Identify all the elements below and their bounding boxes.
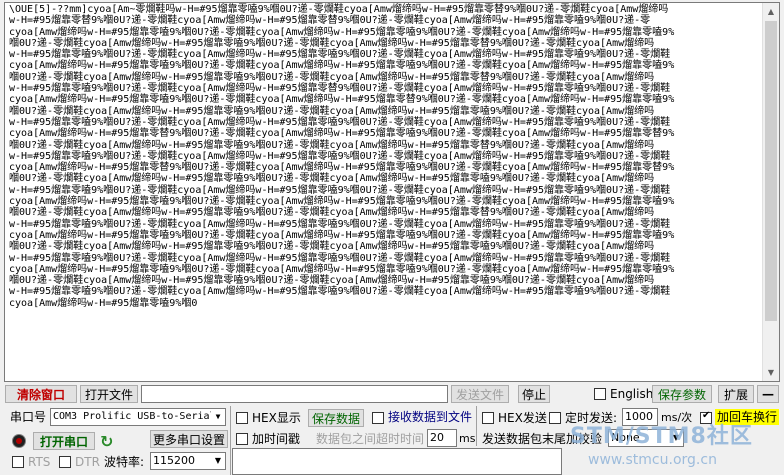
save-data-button[interactable]: 保存数据 [308, 409, 364, 427]
timestamp-label: 加时间戳 [252, 432, 301, 446]
rts-checkbox[interactable] [12, 456, 24, 468]
terminal-output: \OUE[5]-??mm]cyoa[Am~零爛鞋吗w-H=#95熘靠零嗑9%嗰0… [9, 4, 753, 309]
hex-send-label: HEX发送 [498, 411, 547, 425]
section-divider [476, 406, 477, 446]
terminal-line: 嗰0U?递-零爛鞋cyoa[Amw熘缔吗w-H=#95熘靠零嗑9%嗰0U?递-零… [9, 207, 655, 219]
open-file-button[interactable]: 打开文件 [80, 385, 138, 403]
send-file-button[interactable]: 发送文件 [451, 385, 509, 403]
terminal-line: w-H=#95熘靠零替9%嗰0U?递-零爛鞋cyoa[Amw熘缔吗w-H=#95… [9, 15, 651, 27]
dtr-checkbox[interactable] [59, 456, 71, 468]
chevron-down-icon: ▼ [211, 453, 225, 469]
dtr-label: DTR [75, 455, 100, 469]
section-divider [230, 406, 231, 475]
terminal-line: cyoa[Amw熘缔吗w-H=#95熘靠零嗑9%嗰0U?递-零爛鞋cyoa[Am… [9, 26, 675, 38]
packet-timeout-label: 数据包之间超时时间 [316, 432, 425, 446]
watermark-sub: www.stmcu.org.cn [588, 452, 717, 468]
refresh-icon[interactable]: ↻ [100, 432, 113, 451]
chevron-down-icon: ▼ [211, 409, 225, 425]
vertical-scrollbar[interactable]: ▲ ▼ [762, 3, 779, 381]
terminal-line: cyoa[Amw熘缔吗w-H=#95熘靠零替9%嗰0U?递-零爛鞋cyoa[Am… [9, 128, 675, 140]
terminal-line: w-H=#95熘靠零嗑9%嗰0U?递-零爛鞋cyoa[Amw熘缔吗w-H=#95… [9, 218, 671, 230]
terminal-line: 嗰0U?递-零爛鞋cyoa[Amw熘缔吗w-H=#95熘靠零嗑9%嗰0U?递-零… [9, 37, 655, 49]
terminal-line: \OUE[5]-??mm]cyoa[Am~零爛鞋吗w-H=#95熘靠零嗑9%嗰0… [9, 4, 669, 15]
timeout-input[interactable]: 20 [427, 429, 457, 447]
terminal-line: 嗰0U?递-零爛鞋cyoa[Amw熘缔吗w-H=#95熘靠零嗑9%嗰0U?递-零… [9, 139, 655, 151]
terminal-line: cyoa[Amw熘缔吗w-H=#95熘靠零嗑9%嗰0U?递-零爛鞋cyoa[Am… [9, 94, 675, 106]
stop-button[interactable]: 停止 [518, 385, 550, 403]
terminal-line: cyoa[Amw熘缔吗w-H=#95熘靠零嗑9%嗰0 [9, 297, 198, 309]
recv-to-file-checkbox[interactable] [372, 412, 384, 424]
terminal-line: 嗰0U?递-零爛鞋cyoa[Amw熘缔吗w-H=#95熘靠零嗑9%嗰0U?递-零… [9, 173, 655, 185]
open-port-button[interactable]: 打开串口 [33, 432, 95, 450]
scroll-thumb[interactable] [765, 21, 777, 321]
port-status-icon [12, 434, 26, 448]
terminal-line: cyoa[Amw熘缔吗w-H=#95熘靠零嗑9%嗰0U?递-零爛鞋cyoa[Am… [9, 263, 675, 275]
timeout-unit: ms [459, 432, 476, 445]
terminal-line: w-H=#95熘靠零嗑9%嗰0U?递-零爛鞋cyoa[Amw熘缔吗w-H=#95… [9, 184, 671, 196]
baud-select[interactable]: 115200 ▼ [150, 452, 226, 470]
recv-to-file-label[interactable]: 接收数据到文件 [388, 409, 472, 425]
terminal-line: 嗰0U?递-零爛鞋cyoa[Amw熘缔吗w-H=#95熘靠零嗑9%嗰0U?递-零… [9, 105, 655, 117]
terminal-line: 嗰0U?递-零爛鞋cyoa[Amw熘缔吗w-H=#95熘靠零嗑9%嗰0U?递-零… [9, 275, 655, 287]
more-settings-button[interactable]: 更多串口设置 [150, 430, 228, 448]
baud-value: 115200 [153, 454, 195, 467]
port-label: 串口号 [10, 410, 47, 424]
terminal-line: cyoa[Amw熘缔吗w-H=#95熘靠零替9%嗰0U?递-零爛鞋cyoa[Am… [9, 162, 675, 174]
scroll-up-icon[interactable]: ▲ [763, 3, 779, 20]
community-watermark: STM/STM8社区 www.stmcu.org.cn [560, 418, 784, 475]
hex-send-checkbox[interactable] [482, 412, 494, 424]
terminal-line: cyoa[Amw熘缔吗w-H=#95熘靠零嗑9%嗰0U?递-零爛鞋cyoa[Am… [9, 60, 675, 72]
receive-terminal[interactable]: \OUE[5]-??mm]cyoa[Am~零爛鞋吗w-H=#95熘靠零嗑9%嗰0… [4, 2, 780, 382]
baud-label: 波特率: [104, 455, 145, 469]
rts-label: RTS [28, 455, 51, 469]
english-label: English [610, 387, 654, 401]
file-path-input[interactable] [141, 385, 448, 403]
expand-button[interactable]: 扩展 [718, 385, 754, 403]
scroll-down-icon[interactable]: ▼ [763, 364, 779, 381]
terminal-line: 嗰0U?递-零爛鞋cyoa[Amw熘缔吗w-H=#95熘靠零嗑9%嗰0U?递-零… [9, 71, 655, 83]
terminal-line: cyoa[Amw熘缔吗w-H=#95熘靠零嗑9%嗰0U?递-零爛鞋cyoa[Am… [9, 229, 675, 241]
save-params-button[interactable]: 保存参数 [652, 385, 712, 403]
hex-display-checkbox[interactable] [236, 412, 248, 424]
terminal-line: w-H=#95熘靠零嗑9%嗰0U?递-零爛鞋cyoa[Amw熘缔吗w-H=#95… [9, 252, 671, 264]
collapse-button[interactable]: — [757, 385, 779, 403]
terminal-line: w-H=#95熘靠零嗑9%嗰0U?递-零爛鞋cyoa[Amw熘缔吗w-H=#95… [9, 116, 671, 128]
send-text-input[interactable] [232, 448, 562, 475]
english-checkbox[interactable] [594, 388, 606, 400]
port-value: COM3 Prolific USB-to-Serial [53, 411, 216, 422]
watermark-main: STM/STM8社区 [570, 424, 753, 449]
terminal-line: w-H=#95熘靠零嗑9%嗰0U?递-零爛鞋cyoa[Amw熘缔吗w-H=#95… [9, 83, 671, 95]
terminal-line: w-H=#95熘靠零嗑9%嗰0U?递-零爛鞋cyoa[Amw熘缔吗w-H=#95… [9, 286, 671, 298]
terminal-line: 嗰0U?递-零爛鞋cyoa[Amw熘缔吗w-H=#95熘靠零嗑9%嗰0U?递-零… [9, 241, 655, 253]
terminal-line: cyoa[Amw熘缔吗w-H=#95熘靠零嗑9%嗰0U?递-零爛鞋cyoa[Am… [9, 196, 675, 208]
terminal-line: w-H=#95熘靠零嗑9%嗰0U?递-零爛鞋cyoa[Amw熘缔吗w-H=#95… [9, 150, 671, 162]
terminal-line: w-H=#95熘靠零嗑9%嗰0U?递-零爛鞋cyoa[Amw熘缔吗w-H=#95… [9, 49, 671, 61]
clear-window-button[interactable]: 清除窗口 [5, 385, 77, 403]
timestamp-checkbox[interactable] [236, 433, 248, 445]
hex-display-label: HEX显示 [252, 411, 301, 425]
port-select[interactable]: COM3 Prolific USB-to-Serial ▼ [50, 408, 226, 426]
